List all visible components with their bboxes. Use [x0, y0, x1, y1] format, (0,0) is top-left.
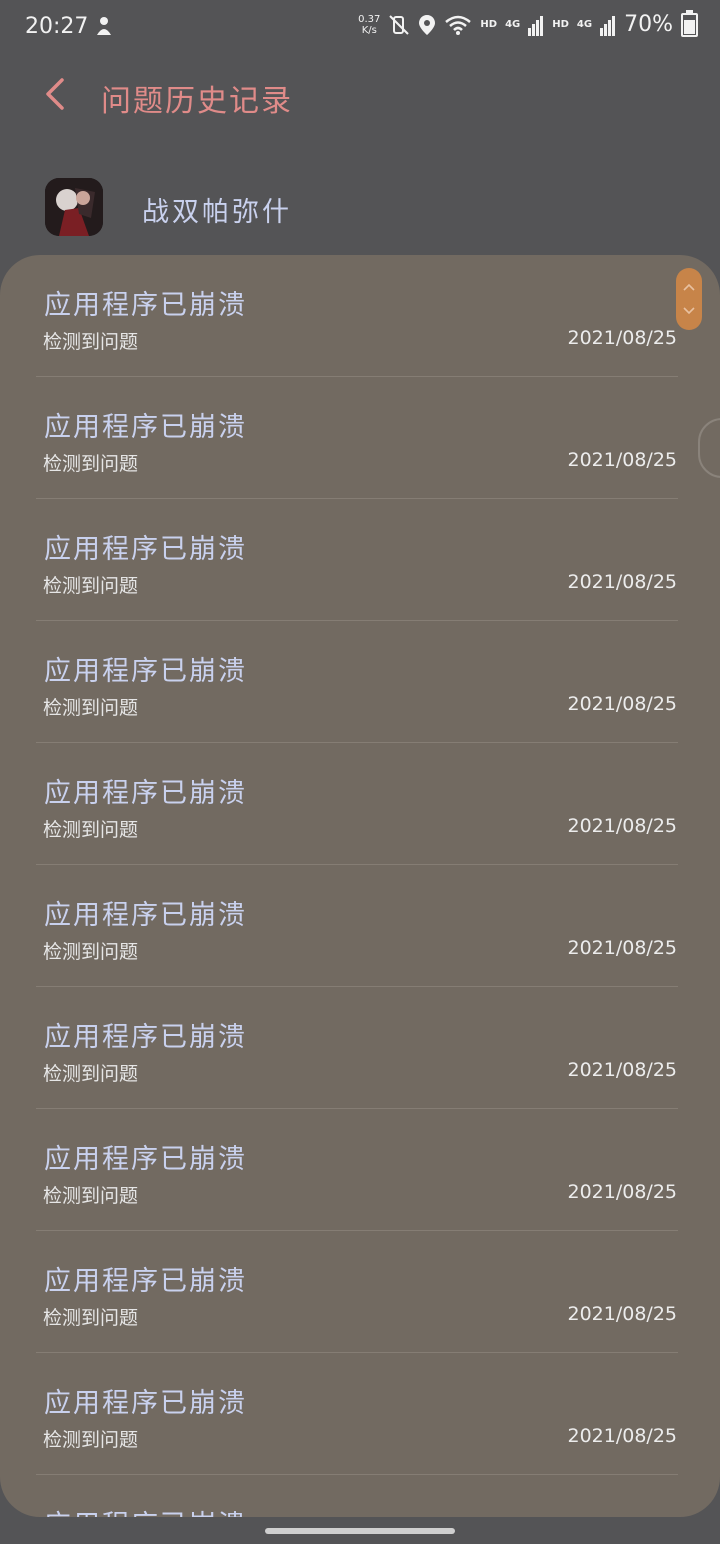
list-item[interactable]: 应用程序已崩溃 检测到问题 2021/08/25: [0, 499, 720, 621]
network-type-2: 4G: [576, 19, 593, 30]
status-bar: 20:27 0.37 K/s HD 4G HD 4G 70%: [0, 0, 720, 56]
item-date: 2021/08/25: [567, 571, 677, 593]
page-title: 问题历史记录: [101, 84, 293, 119]
item-title: 应用程序已崩溃: [44, 900, 247, 931]
item-title: 应用程序已崩溃: [44, 778, 247, 809]
chevron-left-icon[interactable]: [38, 74, 78, 114]
list-item[interactable]: 应用程序已崩溃 检测到问题 2021/08/25: [0, 987, 720, 1109]
notification-icon: [97, 17, 111, 35]
problem-list: 应用程序已崩溃 检测到问题 2021/08/25 应用程序已崩溃 检测到问题 2…: [0, 255, 720, 1517]
list-item[interactable]: 应用程序已崩溃: [0, 1475, 720, 1517]
hd-badge-1: HD: [480, 19, 498, 30]
app-icon: [45, 178, 103, 236]
item-subtitle: 检测到问题: [43, 453, 139, 475]
list-item[interactable]: 应用程序已崩溃 检测到问题 2021/08/25: [0, 865, 720, 987]
item-subtitle: 检测到问题: [43, 697, 139, 719]
hd-badge-2: HD: [552, 19, 569, 30]
item-title: 应用程序已崩溃: [44, 1266, 247, 1297]
item-title: 应用程序已崩溃: [44, 656, 247, 687]
item-title: 应用程序已崩溃: [44, 1144, 247, 1175]
status-time: 20:27: [25, 14, 89, 39]
problem-list-card: 应用程序已崩溃 检测到问题 2021/08/25 应用程序已崩溃 检测到问题 2…: [0, 255, 720, 1517]
item-subtitle: 检测到问题: [43, 1307, 139, 1329]
item-title: 应用程序已崩溃: [44, 1503, 247, 1517]
item-date: 2021/08/25: [567, 937, 677, 959]
list-item[interactable]: 应用程序已崩溃 检测到问题 2021/08/25: [0, 1109, 720, 1231]
item-date: 2021/08/25: [567, 327, 677, 349]
item-title: 应用程序已崩溃: [44, 1388, 247, 1419]
item-subtitle: 检测到问题: [43, 575, 139, 597]
item-date: 2021/08/25: [567, 693, 677, 715]
item-subtitle: 检测到问题: [43, 819, 139, 841]
network-speed: 0.37 K/s: [358, 14, 380, 36]
app-bar: 问题历史记录: [0, 60, 720, 132]
item-date: 2021/08/25: [567, 1059, 677, 1081]
item-subtitle: 检测到问题: [43, 941, 139, 963]
list-item[interactable]: 应用程序已崩溃 检测到问题 2021/08/25: [0, 1231, 720, 1353]
home-indicator[interactable]: [265, 1528, 455, 1534]
item-date: 2021/08/25: [567, 815, 677, 837]
list-item[interactable]: 应用程序已崩溃 检测到问题 2021/08/25: [0, 377, 720, 499]
battery-percent: 70%: [624, 12, 673, 37]
list-item[interactable]: 应用程序已崩溃 检测到问题 2021/08/25: [0, 255, 720, 377]
network-type-1: 4G: [505, 19, 521, 30]
list-item[interactable]: 应用程序已崩溃 检测到问题 2021/08/25: [0, 743, 720, 865]
item-title: 应用程序已崩溃: [44, 534, 247, 565]
list-item[interactable]: 应用程序已崩溃 检测到问题 2021/08/25: [0, 621, 720, 743]
battery-charging-icon: [681, 9, 698, 37]
speed-value: 0.37: [358, 13, 381, 25]
status-icons: 0.37 K/s HD 4G HD 4G 70%: [358, 9, 698, 37]
item-subtitle: 检测到问题: [43, 331, 139, 353]
item-title: 应用程序已崩溃: [44, 290, 247, 321]
item-title: 应用程序已崩溃: [44, 412, 247, 443]
signal-icon: [528, 15, 544, 36]
item-subtitle: 检测到问题: [43, 1063, 139, 1085]
item-date: 2021/08/25: [567, 1181, 677, 1203]
signal-icon: [600, 15, 616, 36]
item-date: 2021/08/25: [567, 449, 677, 471]
app-name: 战双帕弥什: [142, 197, 292, 228]
scroll-thumb[interactable]: [676, 268, 702, 330]
vibrate-off-icon: [389, 14, 410, 35]
item-subtitle: 检测到问题: [43, 1429, 139, 1451]
app-info: 战双帕弥什: [0, 168, 720, 248]
location-icon: [419, 14, 436, 35]
chevron-up-down-icon: [683, 283, 695, 315]
item-title: 应用程序已崩溃: [44, 1022, 247, 1053]
item-date: 2021/08/25: [567, 1303, 677, 1325]
speed-unit: K/s: [361, 24, 377, 36]
list-item[interactable]: 应用程序已崩溃 检测到问题 2021/08/25: [0, 1353, 720, 1475]
item-date: 2021/08/25: [567, 1425, 677, 1447]
wifi-icon: [445, 15, 472, 35]
item-subtitle: 检测到问题: [43, 1185, 139, 1207]
